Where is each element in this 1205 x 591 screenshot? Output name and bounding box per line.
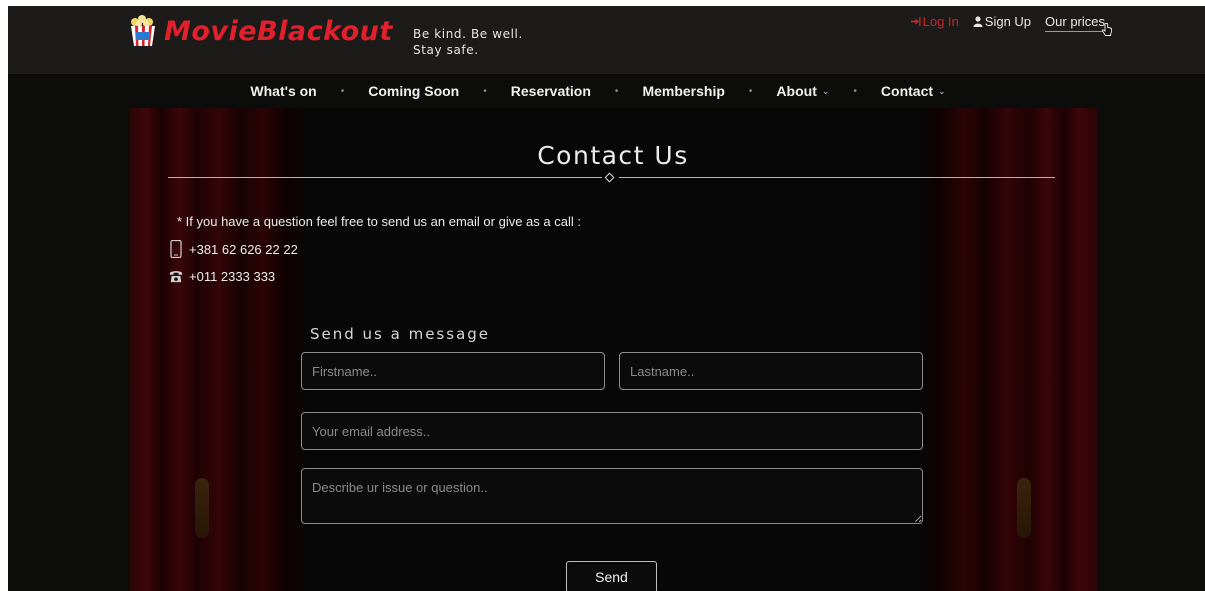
logo-text: MovieBlackout [164, 15, 393, 47]
title-divider-left [168, 177, 602, 178]
nav-item-coming-soon[interactable]: Coming Soon [368, 83, 459, 99]
nav-separator: • [340, 85, 345, 97]
main-nav: What's on • Coming Soon • Reservation • … [8, 74, 1205, 108]
chevron-down-icon: ⌄ [821, 85, 830, 96]
send-button[interactable]: Send [566, 561, 657, 591]
curtain-right [917, 108, 1097, 591]
nav-item-about[interactable]: About ⌄ [776, 83, 829, 99]
nav-separator: • [853, 85, 857, 97]
title-divider-right [619, 177, 1055, 178]
curtain-left [129, 108, 309, 591]
user-icon [973, 16, 983, 27]
nav-separator: • [614, 85, 619, 97]
email-field[interactable] [301, 412, 923, 450]
mobile-number-text: +381 62 626 22 22 [189, 241, 298, 257]
diamond-ornament [604, 172, 615, 183]
landline-number-text: +011 2333 333 [189, 268, 276, 284]
logo[interactable]: MovieBlackout [126, 14, 393, 48]
mobile-phone-icon [170, 240, 182, 258]
hand-cursor-icon [1101, 23, 1112, 36]
prices-link[interactable]: Our prices [1045, 14, 1112, 36]
page-title: Contact Us [537, 141, 689, 170]
mobile-number: +381 62 626 22 22 [169, 240, 298, 258]
nav-item-membership[interactable]: Membership [642, 83, 724, 99]
prices-label: Our prices [1045, 14, 1105, 29]
nav-label: Coming Soon [368, 83, 460, 99]
curtain-tassel [195, 478, 209, 538]
curtain-tassel [1017, 478, 1031, 538]
login-label: Log In [922, 14, 959, 29]
form-heading: Send us a message [310, 325, 491, 343]
nav-separator: • [748, 85, 753, 97]
landline-number: +011 2333 333 [169, 267, 275, 285]
message-field[interactable] [301, 468, 923, 524]
header: MovieBlackout Be kind. Be well. Stay saf… [8, 6, 1205, 74]
nav-label: What's on [250, 83, 317, 99]
tagline: Be kind. Be well. Stay safe. [413, 26, 523, 58]
lastname-field[interactable] [619, 352, 923, 390]
nav-label: Membership [642, 83, 725, 99]
contact-intro: * If you have a question feel free to se… [177, 214, 581, 229]
sign-in-icon [910, 16, 921, 27]
nav-item-reservation[interactable]: Reservation [511, 83, 591, 99]
nav-label: About [776, 83, 817, 99]
signup-label: Sign Up [984, 14, 1032, 29]
firstname-field[interactable] [301, 352, 605, 390]
nav-item-whats-on[interactable]: What's on [250, 83, 316, 99]
nav-label: Reservation [510, 83, 591, 99]
contact-section: Contact Us * If you have a question feel… [129, 108, 1097, 591]
nav-item-contact[interactable]: Contact ⌄ [881, 83, 946, 99]
page-frame: MovieBlackout Be kind. Be well. Stay saf… [8, 6, 1205, 591]
popcorn-icon [131, 15, 155, 46]
chevron-down-icon: ⌄ [938, 85, 946, 96]
signup-link[interactable]: Sign Up [973, 14, 1031, 29]
nav-label: Contact [880, 83, 934, 99]
telephone-icon [169, 271, 183, 283]
auth-links: Log In Sign Up Our prices [910, 14, 1112, 36]
nav-separator: • [483, 85, 487, 97]
tagline-line-2: Stay safe. [413, 43, 479, 57]
tagline-line-1: Be kind. Be well. [413, 27, 523, 41]
login-link[interactable]: Log In [910, 14, 959, 29]
